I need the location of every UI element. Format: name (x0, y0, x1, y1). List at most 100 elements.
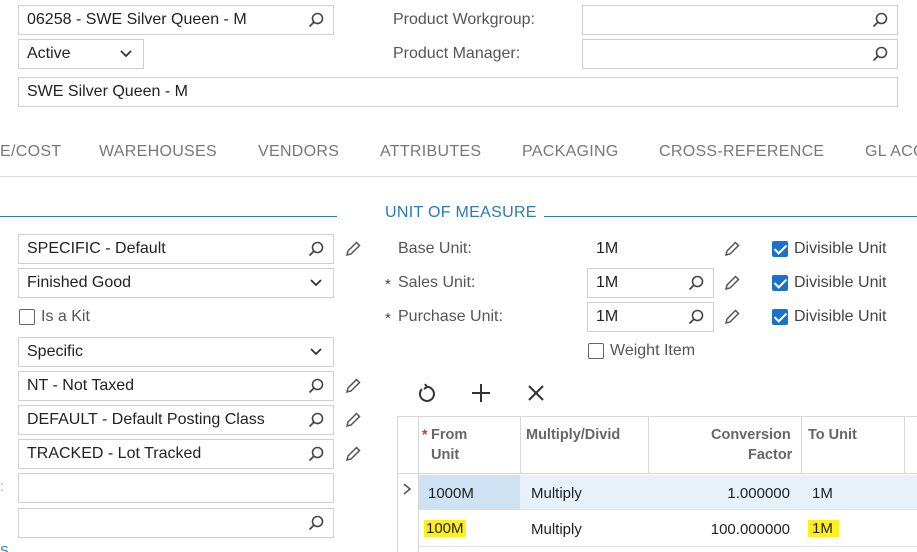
sales-unit-label: Sales Unit: (398, 274, 476, 291)
sales-divisible-box[interactable] (772, 275, 788, 291)
inventory-id-field[interactable]: 06258 - SWE Silver Queen - M (18, 5, 334, 35)
divisible-label: Divisible Unit (794, 308, 887, 325)
tab-packaging[interactable]: PACKAGING (522, 143, 619, 161)
search-icon[interactable] (307, 514, 325, 532)
required-mark: * (422, 426, 428, 442)
empty-field[interactable] (18, 473, 334, 503)
product-manager-field[interactable] (582, 39, 898, 69)
required-mark: * (385, 310, 391, 327)
conversion-header-line1: Conversion (711, 427, 791, 443)
row-arrow-icon[interactable] (401, 482, 413, 496)
uom-section-title: UNIT OF MEASURE (385, 204, 537, 221)
search-icon[interactable] (871, 11, 889, 29)
tab-cross-reference[interactable]: CROSS-REFERENCE (659, 143, 824, 161)
pencil-icon[interactable] (722, 273, 742, 293)
is-kit-box[interactable] (19, 309, 35, 325)
sales-unit-field[interactable]: 1M (587, 268, 714, 298)
col-divider (801, 417, 802, 474)
from-unit-header-line1: From (431, 427, 468, 443)
table-row[interactable] (419, 511, 917, 547)
from-unit-cell[interactable]: 100M (424, 520, 466, 537)
multiply-cell[interactable]: Multiply (531, 485, 582, 502)
search-icon[interactable] (307, 240, 325, 258)
tab-gl-accounts[interactable]: GL ACC (865, 143, 917, 161)
tab-price-cost[interactable]: E/COST (0, 143, 61, 161)
search-icon[interactable] (687, 274, 705, 292)
search-icon[interactable] (307, 11, 325, 29)
product-workgroup-label: Product Workgroup: (393, 11, 535, 28)
chevron-down-icon (307, 274, 325, 292)
product-manager-label: Product Manager: (393, 45, 521, 62)
purchase-divisible-box[interactable] (772, 309, 788, 325)
factor-cell[interactable]: 1.000000 (727, 485, 790, 502)
multiply-header: Multiply/Divid (526, 427, 621, 443)
tab-attributes[interactable]: ATTRIBUTES (380, 143, 481, 161)
search-icon[interactable] (307, 411, 325, 429)
is-kit-checkbox[interactable]: Is a Kit (19, 308, 90, 326)
posting-class-field[interactable]: DEFAULT - Default Posting Class (18, 405, 334, 435)
description-field[interactable]: SWE Silver Queen - M (18, 77, 898, 107)
uom-section-line (544, 216, 917, 217)
from-unit-header-line2: Unit (431, 447, 460, 463)
tab-vendors[interactable]: VENDORS (258, 143, 339, 161)
tax-category-field[interactable]: NT - Not Taxed (18, 371, 334, 401)
required-mark: * (385, 276, 391, 293)
left-edge-fragment: S (0, 543, 9, 552)
item-type-select[interactable]: Finished Good (18, 268, 334, 298)
col-divider (648, 417, 649, 474)
tab-warehouses[interactable]: WAREHOUSES (99, 143, 217, 161)
purchase-unit-value: 1M (596, 308, 619, 325)
lookup-field[interactable] (18, 508, 334, 538)
col-divider (904, 417, 905, 474)
valuation-value: Specific (27, 343, 84, 360)
pencil-icon[interactable] (343, 444, 363, 464)
lot-class-field[interactable]: TRACKED - Lot Tracked (18, 439, 334, 469)
status-select[interactable]: Active (18, 39, 144, 69)
item-type-value: Finished Good (27, 274, 132, 291)
chevron-down-icon (117, 45, 135, 63)
pencil-icon[interactable] (343, 376, 363, 396)
status-value: Active (27, 45, 71, 62)
chevron-down-icon (307, 343, 325, 361)
left-section-line (0, 216, 337, 217)
description-value: SWE Silver Queen - M (27, 83, 188, 100)
to-unit-cell[interactable]: 1M (812, 485, 833, 502)
from-unit-cell[interactable]: 1000M (428, 485, 474, 502)
weight-item-checkbox[interactable]: Weight Item (588, 342, 695, 360)
weight-item-label: Weight Item (610, 342, 696, 359)
base-unit-label: Base Unit: (398, 240, 472, 257)
col-divider (520, 417, 521, 474)
search-icon[interactable] (871, 45, 889, 63)
left-edge-fragment: : (0, 478, 4, 494)
pencil-icon[interactable] (343, 239, 363, 259)
search-icon[interactable] (687, 308, 705, 326)
purchase-unit-field[interactable]: 1M (587, 302, 714, 332)
base-divisible-checkbox[interactable]: Divisible Unit (772, 240, 886, 258)
is-kit-label: Is a Kit (41, 308, 90, 325)
close-icon[interactable] (527, 384, 545, 402)
purchase-divisible-checkbox[interactable]: Divisible Unit (772, 308, 886, 326)
factor-cell[interactable]: 100.000000 (711, 521, 790, 538)
pencil-icon[interactable] (722, 239, 742, 259)
conversion-header-line2: Factor (748, 447, 793, 463)
to-unit-cell[interactable]: 1M (808, 520, 839, 537)
lot-class-value: TRACKED - Lot Tracked (27, 445, 202, 462)
sales-divisible-checkbox[interactable]: Divisible Unit (772, 274, 886, 292)
pencil-icon[interactable] (343, 410, 363, 430)
item-class-field[interactable]: SPECIFIC - Default (18, 234, 334, 264)
valuation-select[interactable]: Specific (18, 337, 334, 367)
refresh-icon[interactable] (415, 383, 437, 405)
divisible-label: Divisible Unit (794, 240, 887, 257)
plus-icon[interactable] (470, 382, 492, 404)
multiply-cell[interactable]: Multiply (531, 521, 582, 538)
base-divisible-box[interactable] (772, 241, 788, 257)
weight-item-box[interactable] (588, 343, 604, 359)
posting-class-value: DEFAULT - Default Posting Class (27, 411, 265, 428)
search-icon[interactable] (307, 445, 325, 463)
pencil-icon[interactable] (722, 307, 742, 327)
inventory-id-value: 06258 - SWE Silver Queen - M (27, 11, 247, 28)
search-icon[interactable] (307, 377, 325, 395)
product-workgroup-field[interactable] (582, 5, 898, 35)
tab-divider (0, 176, 917, 177)
to-unit-header: To Unit (808, 427, 857, 443)
